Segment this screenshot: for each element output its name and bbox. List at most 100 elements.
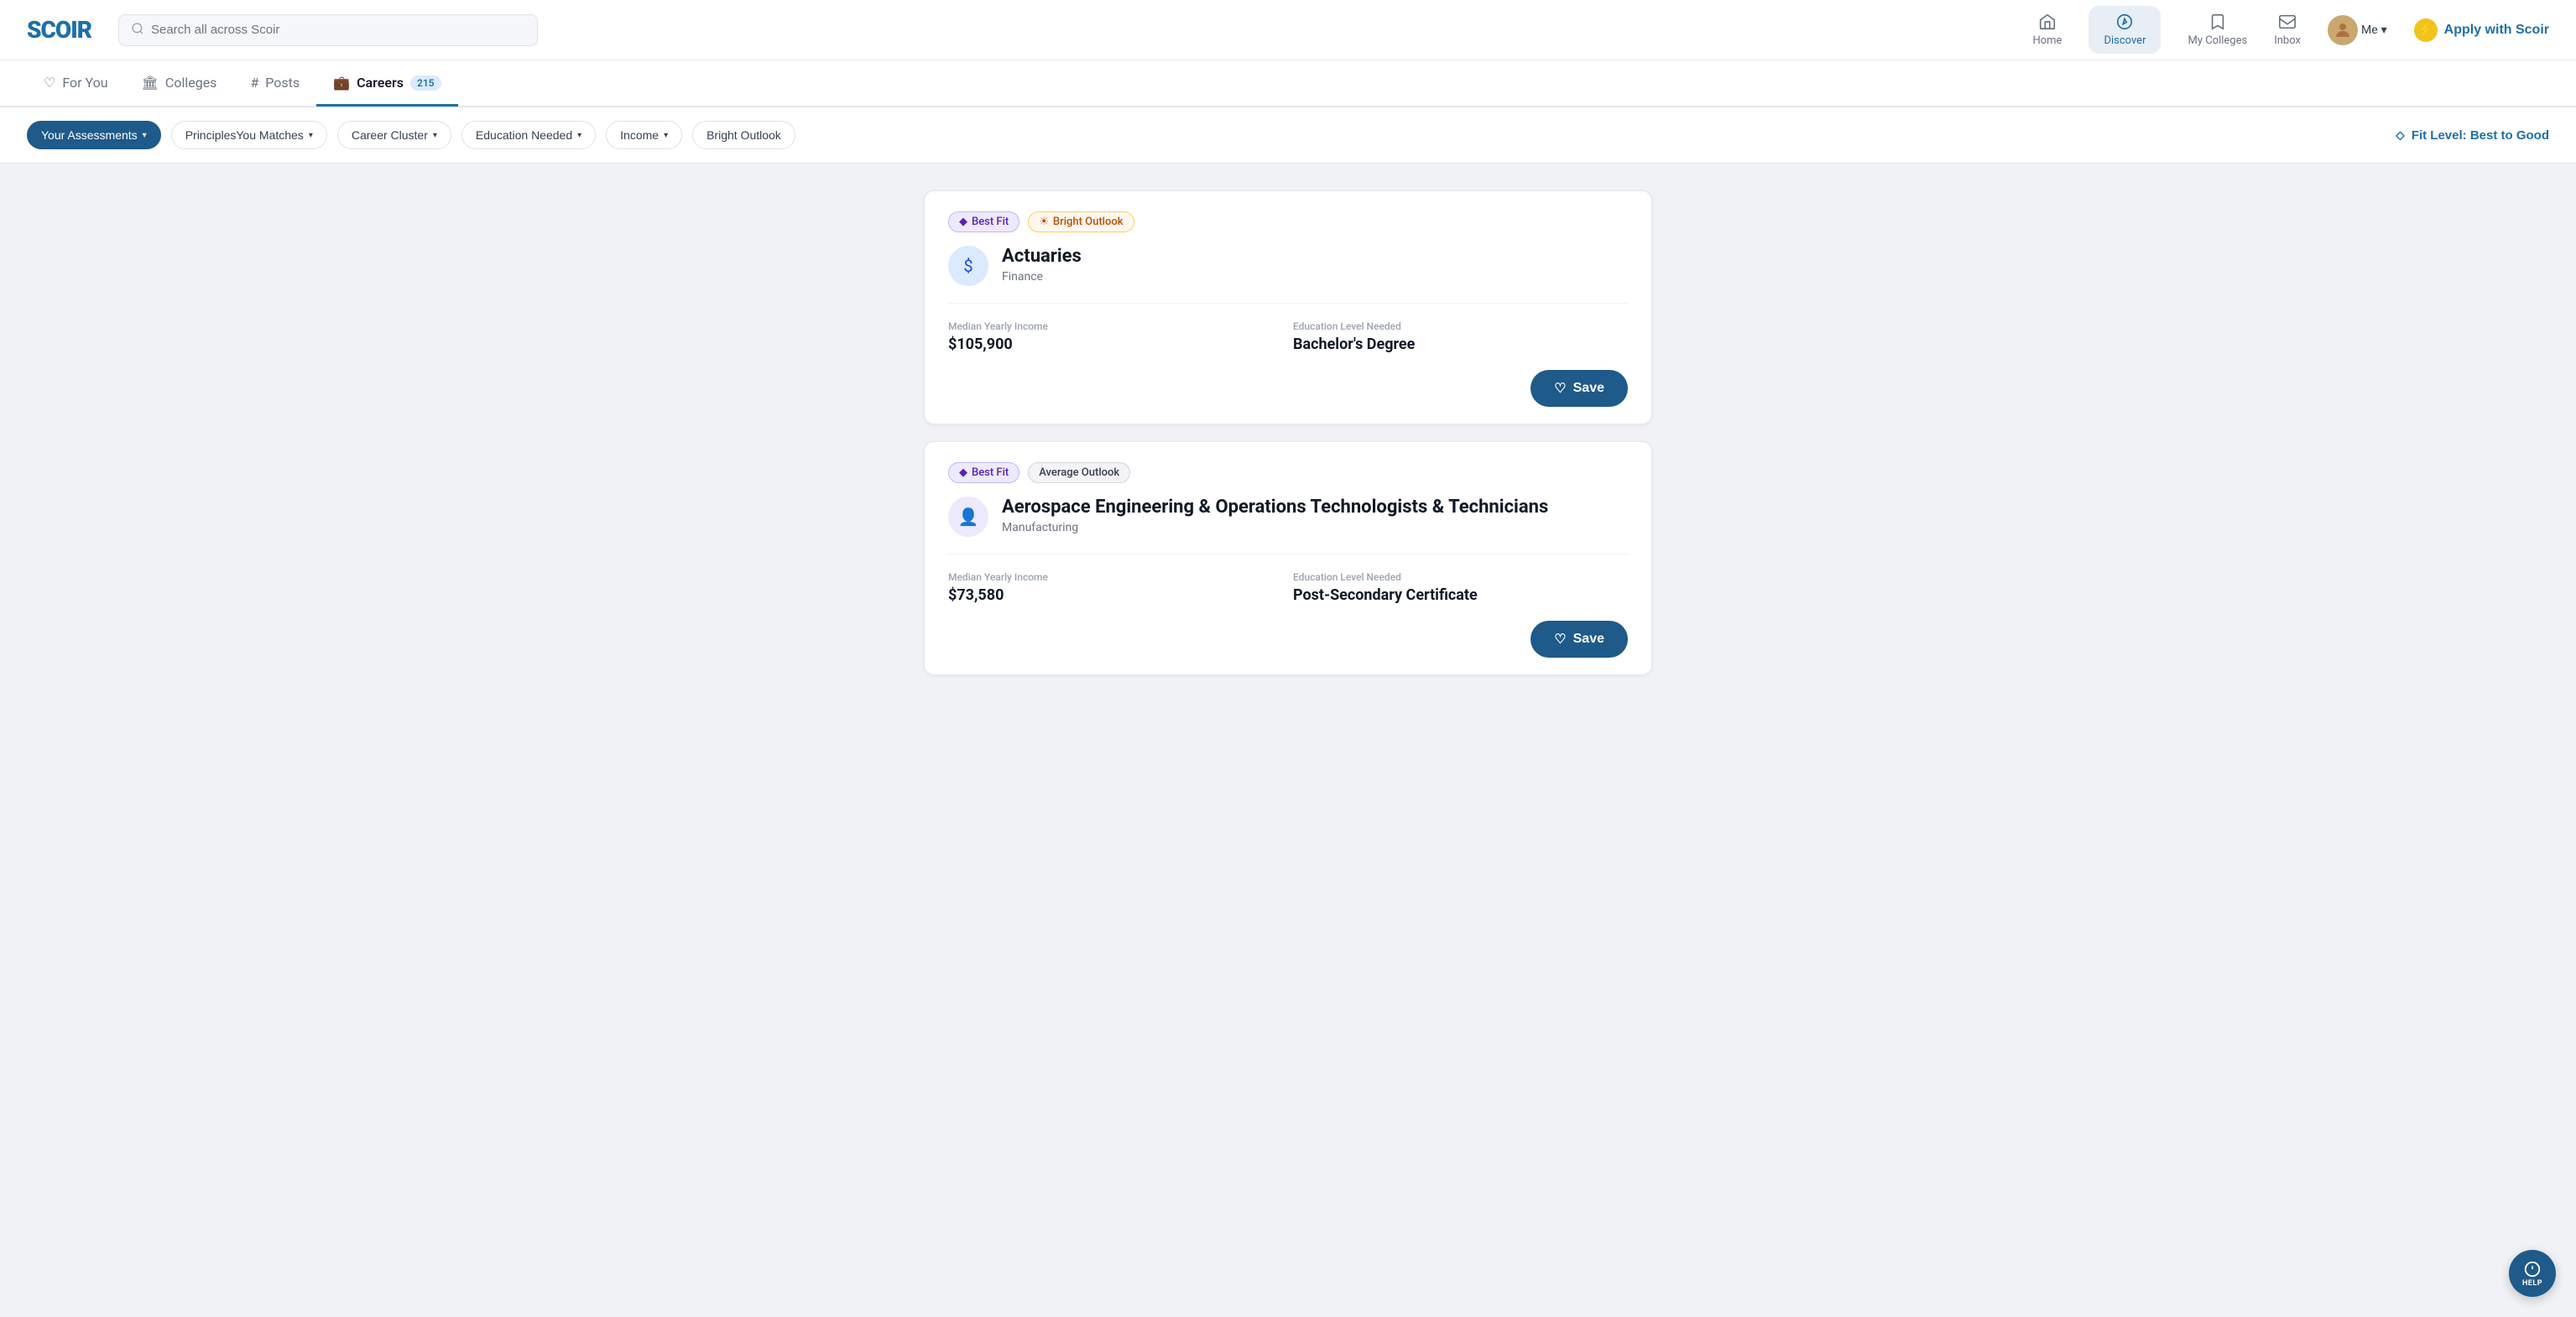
me-menu[interactable]: Me ▾: [2328, 15, 2387, 45]
nav-home[interactable]: Home: [2032, 13, 2062, 47]
best-fit-badge-aerospace: ◆ Best Fit: [948, 462, 1019, 483]
tab-nav: ♡ For You 🏛 Colleges # Posts 💼 Careers 2…: [0, 60, 2576, 107]
save-actuaries-label: Save: [1573, 381, 1604, 396]
help-button[interactable]: HELP: [2509, 1250, 2556, 1297]
education-needed-filter[interactable]: Education Needed ▾: [461, 121, 596, 149]
career-card-actuaries: ◆ Best Fit ☀ Bright Outlook $ Actuaries …: [924, 190, 1652, 424]
header: SCOIR Home Discover: [0, 0, 2576, 60]
your-assessments-label: Your Assessments: [41, 128, 138, 142]
search-input[interactable]: [151, 23, 525, 37]
me-chevron-icon: ▾: [2381, 23, 2387, 37]
career-card-aerospace: ◆ Best Fit Average Outlook 👤 Aerospace E…: [924, 441, 1652, 675]
search-bar[interactable]: [118, 14, 538, 46]
card-top-actuaries: ◆ Best Fit ☀ Bright Outlook $ Actuaries …: [925, 191, 1651, 303]
aerospace-footer: ♡ Save: [925, 621, 1651, 674]
actuaries-info: Actuaries Finance: [1002, 246, 1082, 284]
actuaries-title[interactable]: Actuaries: [1002, 246, 1082, 267]
tab-posts[interactable]: # Posts: [233, 61, 316, 107]
heart-save-icon: ♡: [1554, 380, 1566, 397]
save-aerospace-label: Save: [1573, 632, 1604, 647]
nav-discover-label: Discover: [2104, 34, 2146, 47]
tab-posts-label: Posts: [265, 75, 300, 91]
nav-inbox-label: Inbox: [2274, 34, 2301, 47]
bright-outlook-label-actuaries: Bright Outlook: [1053, 216, 1124, 228]
me-label: Me: [2361, 23, 2378, 37]
careers-list: ◆ Best Fit ☀ Bright Outlook $ Actuaries …: [910, 190, 1666, 675]
average-outlook-label-aerospace: Average Outlook: [1039, 466, 1119, 479]
income-filter[interactable]: Income ▾: [606, 121, 682, 149]
aerospace-title[interactable]: Aerospace Engineering & Operations Techn…: [1002, 497, 1548, 518]
average-outlook-badge-aerospace: Average Outlook: [1028, 462, 1130, 483]
actuaries-education-value: Bachelor's Degree: [1293, 336, 1628, 353]
search-icon: [131, 22, 144, 39]
assessments-chevron-icon: ▾: [143, 131, 147, 140]
nav-actions: Home Discover My Colleges Inbox: [2032, 6, 2549, 54]
sun-icon: ☀: [1039, 216, 1049, 228]
actuaries-footer: ♡ Save: [925, 370, 1651, 424]
best-fit-label: Best Fit: [972, 216, 1009, 228]
career-cluster-filter[interactable]: Career Cluster ▾: [337, 121, 451, 149]
actuaries-income-label: Median Yearly Income: [948, 320, 1283, 332]
tab-careers[interactable]: 💼 Careers 215: [316, 61, 457, 107]
logo[interactable]: SCOIR: [27, 16, 91, 44]
save-aerospace-button[interactable]: ♡ Save: [1530, 621, 1628, 658]
heart-save-icon-2: ♡: [1554, 631, 1566, 648]
avatar[interactable]: [2328, 15, 2358, 45]
heart-icon: ♡: [44, 75, 55, 91]
card-top-aerospace: ◆ Best Fit Average Outlook 👤 Aerospace E…: [925, 442, 1651, 554]
aerospace-info: Aerospace Engineering & Operations Techn…: [1002, 497, 1548, 534]
filter-bar: Your Assessments ▾ PrinciplesYou Matches…: [0, 107, 2576, 164]
education-needed-label: Education Needed: [476, 128, 572, 142]
aerospace-education-label: Education Level Needed: [1293, 571, 1628, 583]
actuaries-education-stat: Education Level Needed Bachelor's Degree: [1293, 320, 1628, 353]
aerospace-icon: 👤: [948, 497, 988, 537]
income-label: Income: [620, 128, 659, 142]
principles-chevron-icon: ▾: [309, 131, 313, 140]
bright-outlook-filter[interactable]: Bright Outlook: [692, 121, 795, 149]
fit-level-label: Fit Level: Best to Good: [2412, 128, 2549, 143]
actuaries-income-stat: Median Yearly Income $105,900: [948, 320, 1283, 353]
fit-level-sort[interactable]: ⬦ Fit Level: Best to Good: [2396, 128, 2549, 143]
tab-colleges[interactable]: 🏛 Colleges: [125, 61, 234, 107]
nav-my-colleges-label: My Colleges: [2188, 34, 2247, 47]
actuaries-income-value: $105,900: [948, 336, 1283, 353]
nav-discover[interactable]: Discover: [2088, 6, 2161, 54]
bright-outlook-label: Bright Outlook: [707, 128, 781, 142]
aerospace-income-stat: Median Yearly Income $73,580: [948, 571, 1283, 604]
tab-for-you-label: For You: [62, 75, 107, 91]
actuaries-badges: ◆ Best Fit ☀ Bright Outlook: [948, 211, 1628, 232]
aerospace-income-label: Median Yearly Income: [948, 571, 1283, 583]
building-icon: 🏛: [142, 75, 159, 91]
nav-home-label: Home: [2032, 34, 2062, 47]
best-fit-badge-actuaries: ◆ Best Fit: [948, 211, 1019, 232]
save-actuaries-button[interactable]: ♡ Save: [1530, 370, 1628, 407]
actuaries-education-label: Education Level Needed: [1293, 320, 1628, 332]
nav-my-colleges[interactable]: My Colleges: [2188, 13, 2247, 47]
principles-you-matches-filter[interactable]: PrinciplesYou Matches ▾: [171, 121, 327, 149]
apply-with-scoir-button[interactable]: ⚡ Apply with Scoir: [2414, 18, 2549, 42]
aerospace-badges: ◆ Best Fit Average Outlook: [948, 462, 1628, 483]
diamond-icon: ◆: [959, 216, 967, 228]
nav-inbox[interactable]: Inbox: [2274, 13, 2301, 47]
apply-icon: ⚡: [2414, 18, 2438, 42]
diamond-icon-2: ◆: [959, 466, 967, 479]
tab-colleges-label: Colleges: [165, 75, 217, 91]
education-chevron-icon: ▾: [577, 131, 581, 140]
actuaries-header: $ Actuaries Finance: [948, 246, 1628, 286]
fit-level-icon: ⬦: [2396, 128, 2405, 143]
career-cluster-chevron-icon: ▾: [433, 131, 437, 140]
tab-careers-label: Careers: [357, 75, 404, 91]
help-label: HELP: [2522, 1279, 2542, 1288]
career-cluster-label: Career Cluster: [352, 128, 428, 142]
hash-icon: #: [250, 75, 258, 91]
apply-label: Apply with Scoir: [2444, 23, 2549, 38]
aerospace-header: 👤 Aerospace Engineering & Operations Tec…: [948, 497, 1628, 537]
briefcase-icon: 💼: [333, 75, 350, 91]
aerospace-cluster: Manufacturing: [1002, 521, 1548, 534]
aerospace-stats: Median Yearly Income $73,580 Education L…: [925, 554, 1651, 621]
actuaries-stats: Median Yearly Income $105,900 Education …: [925, 304, 1651, 370]
your-assessments-filter[interactable]: Your Assessments ▾: [27, 121, 161, 149]
tab-for-you[interactable]: ♡ For You: [27, 61, 125, 107]
bright-outlook-badge-actuaries: ☀ Bright Outlook: [1028, 211, 1134, 232]
income-chevron-icon: ▾: [664, 131, 668, 140]
